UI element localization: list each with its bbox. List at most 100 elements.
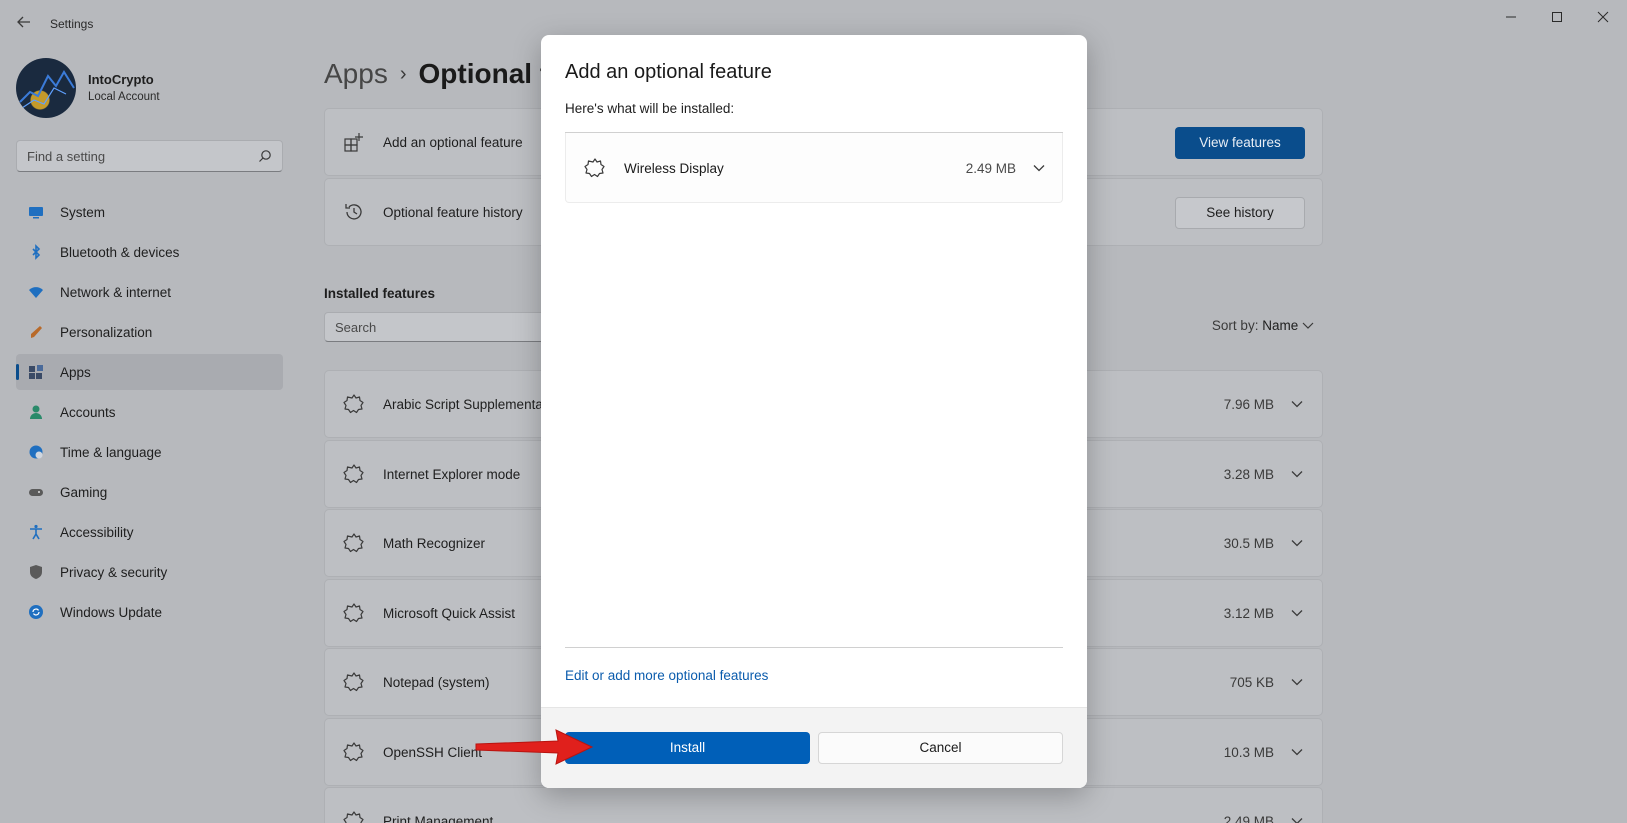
history-label: Optional feature history — [383, 205, 523, 220]
wifi-icon — [29, 287, 43, 298]
sort-dropdown[interactable]: Sort by: Name — [1212, 318, 1314, 333]
user-name: IntoCrypto — [88, 72, 154, 87]
monitor-icon — [29, 207, 43, 219]
chevron-down-icon[interactable] — [1290, 814, 1304, 823]
sidebar-item-apps[interactable]: Apps — [16, 354, 283, 390]
chevron-down-icon[interactable] — [1032, 161, 1046, 175]
dialog-feature-size: 2.49 MB — [965, 161, 1016, 176]
nav-list: System Bluetooth & devices Network & inter… — [16, 194, 283, 634]
divider — [565, 647, 1063, 648]
bluetooth-icon — [32, 244, 41, 260]
red-arrow-annotation — [475, 729, 594, 765]
chevron-down-icon[interactable] — [1290, 745, 1304, 759]
install-button[interactable]: Install — [565, 732, 810, 764]
avatar-chart-graphic — [19, 70, 75, 109]
puzzle-gear-icon — [584, 158, 605, 178]
feature-size: 705 KB — [1229, 675, 1274, 690]
chevron-down-icon[interactable] — [1290, 397, 1304, 411]
dialog-feature-item[interactable]: Wireless Display 2.49 MB — [565, 133, 1063, 203]
sidebar-item-personalization[interactable]: Personalization — [16, 314, 283, 350]
person-icon — [30, 405, 42, 419]
puzzle-gear-icon — [343, 533, 364, 553]
feature-size: 7.96 MB — [1223, 397, 1274, 412]
sidebar-item-system[interactable]: System — [16, 194, 283, 230]
sidebar-item-label: System — [60, 205, 106, 220]
minimize-button[interactable] — [1496, 8, 1526, 28]
sidebar-item-label: Accessibility — [60, 525, 134, 540]
sidebar-item-label: Windows Update — [60, 605, 163, 620]
breadcrumb-apps[interactable]: Apps — [324, 58, 388, 89]
sidebar-item-windows-update[interactable]: Windows Update — [16, 594, 283, 630]
installed-features-title: Installed features — [324, 286, 436, 301]
sidebar-item-label: Apps — [60, 365, 91, 380]
add-grid-icon — [344, 133, 363, 152]
add-feature-label: Add an optional feature — [383, 135, 523, 150]
chevron-down-icon — [1302, 322, 1314, 329]
update-icon — [29, 605, 43, 619]
puzzle-gear-icon — [343, 672, 364, 692]
chevron-down-icon[interactable] — [1290, 467, 1304, 481]
back-arrow-icon — [17, 16, 30, 28]
dialog-footer: Install Cancel — [541, 707, 1087, 788]
puzzle-gear-icon — [343, 463, 364, 483]
brush-icon — [31, 326, 42, 338]
minimize-icon — [1506, 16, 1516, 18]
sidebar-item-label: Time & language — [60, 445, 162, 460]
close-button[interactable] — [1588, 8, 1618, 28]
app-title: Settings — [50, 17, 94, 31]
shield-icon — [30, 565, 42, 579]
dialog-feature-name: Wireless Display — [624, 161, 724, 176]
feature-size: 3.28 MB — [1223, 466, 1274, 482]
sidebar-item-label: Bluetooth & devices — [60, 245, 180, 260]
maximize-button[interactable] — [1542, 8, 1572, 28]
see-history-button[interactable]: See history — [1175, 197, 1305, 229]
sidebar-item-label: Accounts — [60, 405, 116, 420]
maximize-icon — [1552, 12, 1562, 22]
sidebar-item-bluetooth-devices[interactable]: Bluetooth & devices — [16, 234, 283, 270]
chevron-down-icon[interactable] — [1290, 675, 1304, 689]
sort-label: Sort by: — [1211, 318, 1259, 333]
sidebar-item-time-language[interactable]: Time & language — [16, 434, 283, 470]
apps-icon — [29, 365, 43, 379]
puzzle-gear-icon — [343, 394, 364, 414]
chevron-down-icon[interactable] — [1290, 536, 1304, 550]
feature-name: Notepad (system) — [383, 675, 490, 690]
puzzle-gear-icon — [343, 602, 364, 622]
feature-name: Print Management — [383, 814, 494, 823]
sidebar-item-accessibility[interactable]: Accessibility — [16, 514, 283, 550]
feature-name: Math Recognizer — [383, 536, 486, 551]
sidebar-item-network-internet[interactable]: Network & internet — [16, 274, 283, 310]
settings-search-input[interactable]: Find a setting — [16, 140, 283, 172]
feature-name: OpenSSH Client — [383, 744, 483, 760]
sidebar-item-label: Gaming — [60, 485, 108, 500]
breadcrumb-separator: › — [399, 63, 407, 85]
dialog-title: Add an optional feature — [565, 61, 772, 83]
sidebar-item-label: Personalization — [60, 325, 153, 340]
sidebar-item-label: Network & internet — [60, 285, 172, 300]
accessibility-icon — [30, 524, 42, 540]
feature-row[interactable]: Print Management 2.49 MB — [324, 787, 1323, 823]
sidebar-item-label: Privacy & security — [60, 565, 168, 580]
sidebar-item-accounts[interactable]: Accounts — [16, 394, 283, 430]
view-features-button[interactable]: View features — [1175, 127, 1305, 159]
feature-name: Internet Explorer mode — [383, 466, 521, 482]
feature-size: 30.5 MB — [1223, 536, 1274, 551]
puzzle-gear-icon — [343, 741, 364, 761]
sidebar-item-gaming[interactable]: Gaming — [16, 474, 283, 510]
sidebar: IntoCrypto Local Account Find a setting … — [0, 48, 300, 823]
gamepad-icon — [29, 489, 43, 496]
dialog-subtitle: Here's what will be installed: — [565, 101, 735, 116]
back-button[interactable] — [14, 14, 34, 34]
chevron-down-icon[interactable] — [1290, 606, 1304, 620]
edit-features-link[interactable]: Edit or add more optional features — [565, 668, 768, 683]
globe-clock-icon — [29, 445, 43, 459]
puzzle-gear-icon — [343, 811, 364, 823]
sidebar-item-privacy-security[interactable]: Privacy & security — [16, 554, 283, 590]
feature-name: Microsoft Quick Assist — [383, 605, 516, 621]
avatar[interactable] — [16, 58, 76, 118]
feature-size: 3.12 MB — [1223, 605, 1274, 621]
account-type: Local Account — [88, 91, 160, 103]
close-icon — [1597, 11, 1609, 23]
cancel-button[interactable]: Cancel — [818, 732, 1063, 764]
search-icon — [259, 150, 271, 162]
